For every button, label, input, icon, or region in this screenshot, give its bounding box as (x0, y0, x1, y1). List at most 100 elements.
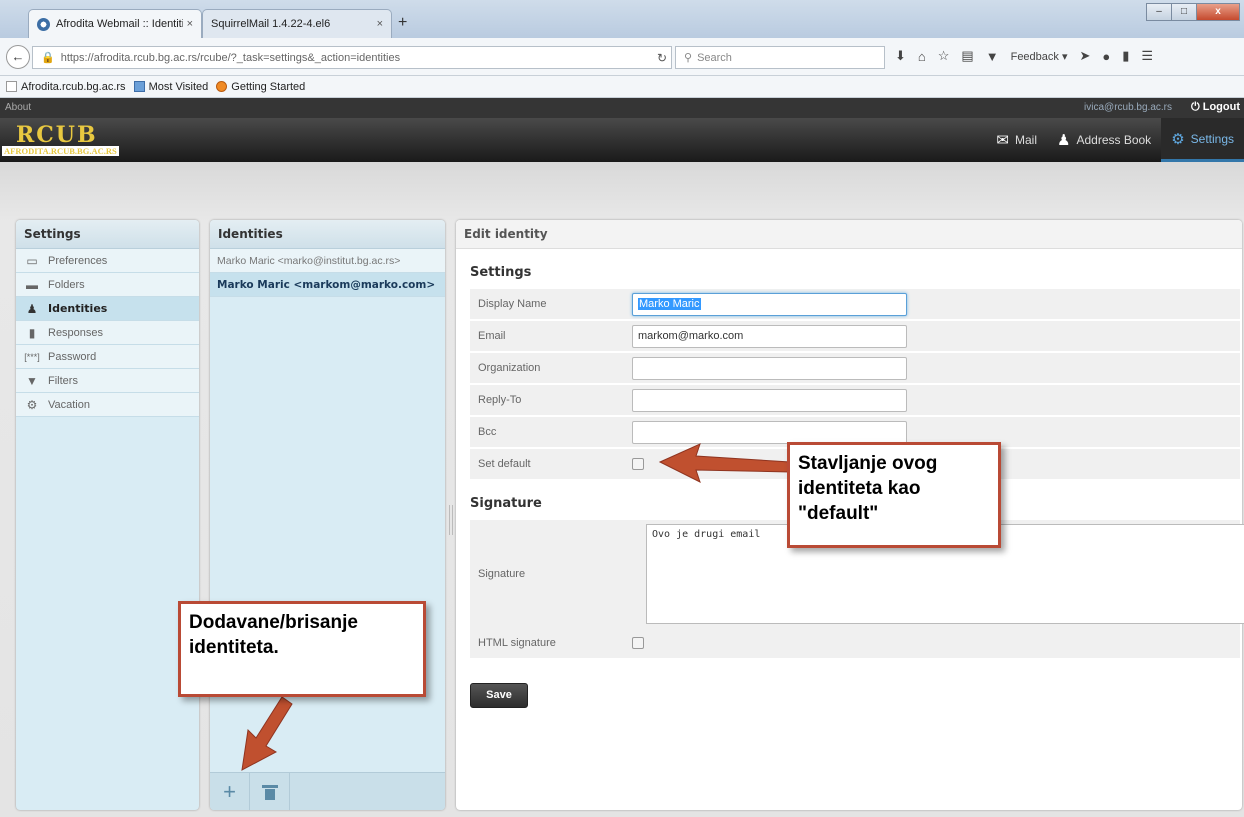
pocket-icon[interactable]: ▼ (986, 49, 999, 64)
callout-add-delete-identities: Dodavane/brisanje identiteta. (178, 601, 426, 697)
sidebar-item-password[interactable]: [***] Password (16, 345, 199, 369)
task-mail[interactable]: ✉ Mail (986, 118, 1047, 162)
minimize-button[interactable]: – (1146, 3, 1172, 21)
identity-row-selected[interactable]: Marko Maric <markom@marko.com> (210, 273, 445, 297)
folder-icon: ▬ (26, 277, 38, 292)
sidebar-item-folders[interactable]: ▬ Folders (16, 273, 199, 297)
sidebar-item-responses[interactable]: ▮ Responses (16, 321, 199, 345)
identity-row[interactable]: Marko Maric <marko@institut.bg.ac.rs> (210, 249, 445, 273)
bookmark-getting-started[interactable]: Getting Started (216, 81, 305, 93)
download-icon[interactable]: ⬇ (895, 48, 906, 64)
favicon-icon (37, 17, 50, 31)
firefox-icon (216, 81, 228, 92)
bookmark-afrodita[interactable]: Afrodita.rcub.bg.ac.rs (6, 81, 126, 93)
organization-label: Organization (478, 362, 541, 374)
bookmark-most-visited[interactable]: Most Visited (133, 80, 209, 93)
email-field[interactable]: markom@marko.com (632, 324, 907, 348)
organization-input[interactable] (632, 356, 907, 380)
settings-section-title: Settings (470, 265, 532, 280)
sidebar-item-preferences[interactable]: ▭ Preferences (16, 249, 199, 273)
search-icon: ⚲ (684, 52, 693, 64)
monitor-icon: ▭ (26, 253, 38, 268)
user-email: ivica@rcub.bg.ac.rs (1084, 102, 1172, 113)
tab-title: SquirrelMail 1.4.22-4.el6 (211, 18, 331, 30)
task-label: Settings (1190, 131, 1234, 146)
reply-to-input[interactable] (632, 388, 907, 412)
bcc-label: Bcc (478, 426, 497, 438)
page-icon (6, 81, 17, 92)
signature-label: Signature (478, 568, 526, 580)
display-name-input[interactable]: Marko Maric (632, 292, 907, 316)
bookmark-label: Afrodita.rcub.bg.ac.rs (21, 80, 126, 93)
feedback-button[interactable]: Feedback ▾ (1011, 50, 1068, 63)
extension-icon[interactable]: ▮ (1122, 48, 1129, 64)
chat-icon[interactable]: ● (1102, 49, 1110, 64)
trash-icon (261, 784, 278, 800)
search-placeholder: Search (697, 51, 732, 64)
bcc-input[interactable] (632, 420, 907, 444)
browser-tab-webmail[interactable]: Afrodita Webmail :: Identiti... × (28, 9, 202, 38)
window-controls: – □ x (1146, 3, 1240, 21)
sidebar-item-filters[interactable]: ▼ Filters (16, 369, 199, 393)
send-icon[interactable]: ➤ (1079, 48, 1090, 64)
html-signature-checkbox[interactable] (632, 637, 644, 649)
reply-to-row: Reply-To (470, 385, 1240, 416)
new-tab-button[interactable]: + (398, 14, 407, 32)
save-button[interactable]: Save (470, 683, 528, 708)
settings-panel: Settings ▭ Preferences ▬ Folders ♟ Ident… (16, 220, 199, 810)
bookmark-label: Most Visited (148, 80, 209, 93)
taskbar: ✉ Mail ♟ Address Book ⚙ Settings (986, 118, 1244, 162)
menu-icon[interactable]: ☰ (1141, 48, 1153, 64)
back-button[interactable]: ← (6, 45, 30, 69)
logo-text: RCUB (16, 122, 98, 148)
logout-button[interactable]: ⏻ Logout (1191, 101, 1240, 114)
search-input[interactable]: ⚲ Search (675, 46, 885, 69)
email-row: Email markom@marko.com (470, 321, 1240, 352)
lock-icon: 🔒 (41, 52, 55, 64)
maximize-button[interactable]: □ (1171, 3, 1197, 21)
toolbar-icons: ⬇ ⌂ ☆ ▤ ▼ Feedback ▾ ➤ ● ▮ ☰ (895, 48, 1165, 64)
set-default-checkbox[interactable] (632, 458, 644, 470)
bookmarks-bar: Afrodita.rcub.bg.ac.rs Most Visited Gett… (0, 76, 1244, 98)
app-header: RCUB AFRODITA.RCUB.BG.AC.RS ✉ Mail ♟ Add… (0, 118, 1244, 162)
edit-panel-title: Edit identity (456, 220, 1242, 249)
address-bar[interactable]: 🔒 https://afrodita.rcub.bg.ac.rs/rcube/?… (32, 46, 672, 69)
filter-icon: ▼ (26, 373, 38, 388)
sidebar-item-vacation[interactable]: ⚙ Vacation (16, 393, 199, 417)
identities-footer: + (210, 772, 445, 810)
task-settings[interactable]: ⚙ Settings (1161, 118, 1244, 162)
logo[interactable]: RCUB AFRODITA.RCUB.BG.AC.RS (2, 122, 170, 160)
sidebar-item-label: Folders (48, 278, 85, 291)
panel-splitter[interactable] (449, 505, 453, 535)
add-identity-button[interactable]: + (210, 773, 250, 810)
home-icon[interactable]: ⌂ (918, 49, 926, 64)
tab-close-icon[interactable]: × (187, 18, 193, 30)
delete-identity-button[interactable] (250, 773, 290, 810)
window-close-button[interactable]: x (1196, 3, 1240, 21)
logo-subtext: AFRODITA.RCUB.BG.AC.RS (2, 146, 119, 156)
logout-label: Logout (1202, 101, 1240, 113)
sidebar-item-label: Vacation (48, 398, 90, 411)
bookmark-label: Getting Started (231, 80, 306, 93)
bookmark-star-icon[interactable]: ☆ (938, 48, 950, 64)
task-address-book[interactable]: ♟ Address Book (1047, 118, 1161, 162)
settings-panel-title: Settings (16, 220, 199, 249)
gear-icon: ⚙ (26, 397, 38, 412)
reload-icon[interactable]: ↻ (657, 51, 667, 65)
html-signature-row: HTML signature (470, 628, 1240, 659)
sidebar-item-identities[interactable]: ♟ Identities (16, 297, 199, 321)
sidebar-item-label: Filters (48, 374, 78, 387)
identities-panel: Identities Marko Maric <marko@institut.b… (210, 220, 445, 810)
tab-close-icon[interactable]: × (377, 18, 383, 30)
reply-to-label: Reply-To (478, 394, 522, 406)
top-line: About ivica@rcub.bg.ac.rs ⏻ Logout (0, 98, 1244, 118)
display-name-row: Display Name Marko Maric (470, 289, 1240, 320)
about-link[interactable]: About (5, 102, 31, 113)
browser-tab-squirrelmail[interactable]: SquirrelMail 1.4.22-4.el6 × (202, 9, 392, 38)
identities-panel-title: Identities (210, 220, 445, 249)
sidebar-item-label: Password (48, 350, 97, 363)
person-icon: ♟ (26, 301, 38, 316)
clipboard-icon[interactable]: ▤ (961, 48, 973, 64)
sidebar-item-label: Preferences (48, 254, 108, 267)
tab-title: Afrodita Webmail :: Identiti... (56, 18, 183, 30)
